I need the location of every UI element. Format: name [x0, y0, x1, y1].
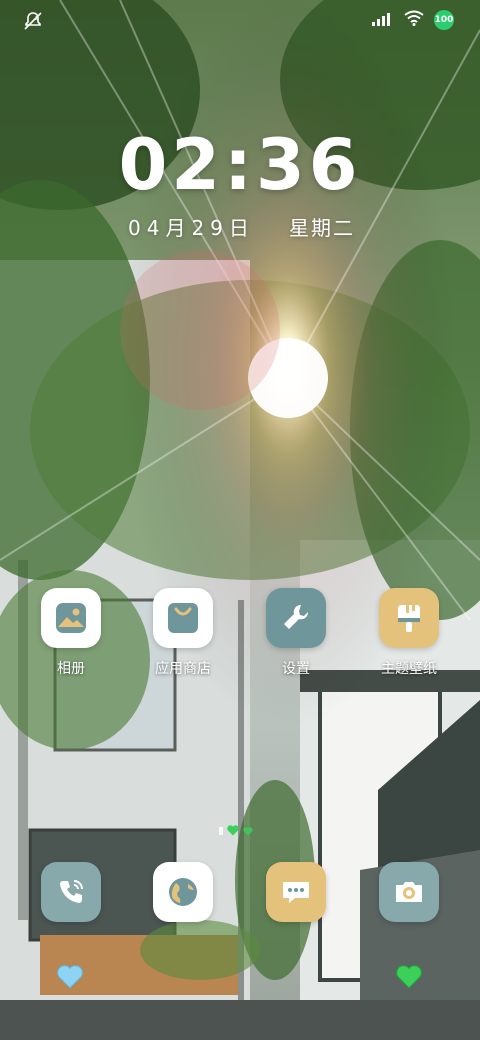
page-indicator[interactable]: [219, 821, 253, 840]
app-gallery[interactable]: 相册: [16, 588, 126, 678]
signal-icon: [372, 11, 394, 30]
battery-icon: 100: [434, 10, 454, 30]
app-store-icon: [153, 588, 213, 648]
green-heart-small-icon: [227, 821, 239, 840]
messages-icon: [266, 862, 326, 922]
app-theme-wallpaper[interactable]: 主题壁纸: [354, 588, 464, 678]
green-heart-small-icon: [243, 821, 253, 840]
page-dot: [219, 826, 223, 835]
blue-heart-icon: [57, 965, 83, 993]
dock-phone[interactable]: [16, 862, 126, 922]
svg-text:z: z: [35, 14, 39, 22]
app-label: 应用商店: [155, 661, 211, 677]
settings-wrench-icon: [266, 588, 326, 648]
dock-camera[interactable]: [354, 862, 464, 922]
camera-icon: [379, 862, 439, 922]
notification-mute-icon: z: [22, 10, 44, 36]
app-label: 相册: [57, 661, 85, 677]
gallery-icon: [41, 588, 101, 648]
green-heart-icon: [396, 965, 422, 993]
app-settings[interactable]: 设置: [241, 588, 351, 678]
theme-brush-icon: [379, 588, 439, 648]
app-label: 主题壁纸: [381, 661, 437, 677]
dock-browser[interactable]: [128, 862, 238, 922]
wifi-icon: [404, 10, 424, 30]
lockscreen-time: 02:36: [118, 124, 362, 206]
phone-icon: [41, 862, 101, 922]
dock-messages[interactable]: [241, 862, 351, 922]
app-label: 设置: [282, 661, 310, 677]
lockscreen-date: 04月29日: [128, 216, 255, 240]
status-bar: z 100: [0, 8, 480, 36]
browser-globe-icon: [153, 862, 213, 922]
app-store[interactable]: 应用商店: [128, 588, 238, 678]
lockscreen-weekday: 星期二: [289, 216, 355, 240]
